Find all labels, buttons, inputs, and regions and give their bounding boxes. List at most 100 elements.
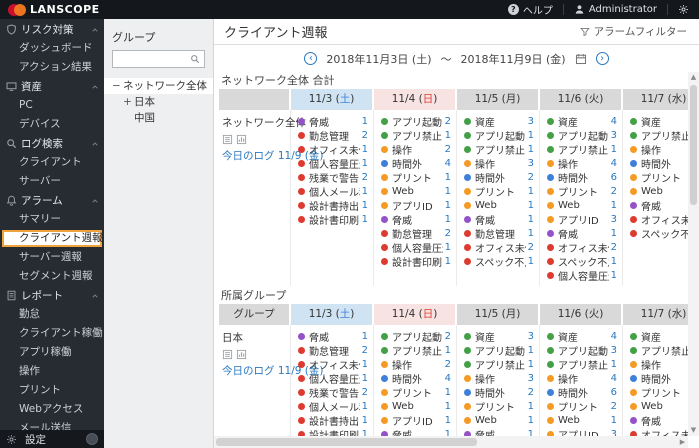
sidebar-section-2[interactable]: ログ検索 bbox=[0, 134, 104, 153]
log-list-icon[interactable] bbox=[222, 349, 233, 360]
tree-expander[interactable]: + bbox=[123, 94, 134, 110]
tree-expander[interactable] bbox=[123, 110, 134, 126]
alarm-count[interactable]: 1 bbox=[362, 200, 368, 211]
alarm-count[interactable]: 2 bbox=[362, 387, 368, 398]
alarm-count[interactable]: 1 bbox=[445, 130, 451, 141]
next-week-button[interactable]: › bbox=[595, 52, 609, 65]
alarm-count[interactable]: 1 bbox=[362, 373, 368, 384]
user-menu-button[interactable]: Administrator bbox=[564, 0, 667, 19]
alarm-count[interactable]: 1 bbox=[362, 116, 368, 127]
chart-icon[interactable] bbox=[236, 134, 247, 145]
alarm-count[interactable]: 1 bbox=[362, 331, 368, 342]
sidebar-item[interactable]: 勤怠 bbox=[0, 305, 104, 324]
alarm-count[interactable]: 4 bbox=[611, 373, 617, 384]
alarm-count[interactable]: 1 bbox=[362, 415, 368, 426]
sidebar-section-4[interactable]: レポート bbox=[0, 286, 104, 305]
alarm-count[interactable]: 4 bbox=[611, 331, 617, 342]
alarm-count[interactable]: 1 bbox=[528, 345, 534, 356]
alarm-count[interactable]: 1 bbox=[528, 359, 534, 370]
sidebar-item[interactable]: Webアクセス bbox=[0, 400, 104, 419]
sidebar-section-0[interactable]: リスク対策 bbox=[0, 20, 104, 39]
alarm-count[interactable]: 1 bbox=[611, 256, 617, 267]
alarm-count[interactable]: 1 bbox=[611, 415, 617, 426]
alarm-count[interactable]: 1 bbox=[445, 429, 451, 437]
alarm-count[interactable]: 1 bbox=[445, 387, 451, 398]
alarm-count[interactable]: 6 bbox=[611, 172, 617, 183]
alarm-count[interactable]: 2 bbox=[362, 130, 368, 141]
alarm-count[interactable]: 4 bbox=[445, 373, 451, 384]
alarm-count[interactable]: 1 bbox=[445, 345, 451, 356]
alarm-count[interactable]: 1 bbox=[362, 158, 368, 169]
alarm-count[interactable]: 2 bbox=[445, 116, 451, 127]
alarm-filter-button[interactable]: アラームフィルター bbox=[579, 24, 687, 39]
sidebar-item[interactable]: デバイス bbox=[0, 115, 104, 134]
chart-icon[interactable] bbox=[236, 349, 247, 360]
alarm-count[interactable]: 3 bbox=[611, 345, 617, 356]
alarm-count[interactable]: 2 bbox=[445, 228, 451, 239]
alarm-count[interactable]: 1 bbox=[445, 214, 451, 225]
alarm-count[interactable]: 3 bbox=[611, 130, 617, 141]
alarm-count[interactable]: 2 bbox=[611, 186, 617, 197]
alarm-count[interactable]: 1 bbox=[528, 214, 534, 225]
alarm-count[interactable]: 1 bbox=[528, 200, 534, 211]
sidebar-item[interactable]: クライアント bbox=[0, 153, 104, 172]
alarm-count[interactable]: 2 bbox=[611, 242, 617, 253]
alarm-count[interactable]: 1 bbox=[611, 270, 617, 281]
today-log-link[interactable]: 今日のログ 11/9 (金) bbox=[222, 148, 323, 163]
scroll-right-button[interactable]: ▶ bbox=[677, 438, 688, 446]
sidebar-item[interactable]: 操作 bbox=[0, 362, 104, 381]
alarm-count[interactable]: 2 bbox=[528, 387, 534, 398]
alarm-count[interactable]: 1 bbox=[362, 144, 368, 155]
alarm-count[interactable]: 2 bbox=[528, 242, 534, 253]
alarm-count[interactable]: 1 bbox=[445, 200, 451, 211]
alarm-count[interactable]: 1 bbox=[528, 144, 534, 155]
alarm-count[interactable]: 1 bbox=[611, 359, 617, 370]
sidebar-item[interactable]: アクション結果 bbox=[0, 58, 104, 77]
alarm-count[interactable]: 1 bbox=[611, 144, 617, 155]
help-button[interactable]: ? ヘルプ bbox=[498, 0, 563, 19]
tree-node[interactable]: − ネットワーク全体 bbox=[104, 78, 213, 94]
alarm-count[interactable]: 2 bbox=[528, 172, 534, 183]
horizontal-scroll-thumb[interactable] bbox=[216, 438, 477, 446]
alarm-count[interactable]: 1 bbox=[528, 429, 534, 437]
alarm-count[interactable]: 1 bbox=[362, 214, 368, 225]
alarm-count[interactable]: 2 bbox=[445, 144, 451, 155]
vertical-scrollbar[interactable]: ▲ ▼ bbox=[688, 72, 699, 436]
settings-button[interactable]: 設定 bbox=[0, 430, 104, 448]
horizontal-scrollbar[interactable]: ▶ bbox=[214, 436, 688, 448]
alarm-count[interactable]: 3 bbox=[528, 158, 534, 169]
alarm-count[interactable]: 1 bbox=[528, 186, 534, 197]
alarm-count[interactable]: 2 bbox=[445, 359, 451, 370]
sidebar-section-3[interactable]: アラーム bbox=[0, 191, 104, 210]
alarm-count[interactable]: 3 bbox=[528, 373, 534, 384]
alarm-count[interactable]: 1 bbox=[611, 228, 617, 239]
quick-settings-button[interactable] bbox=[668, 0, 699, 19]
alarm-count[interactable]: 2 bbox=[362, 345, 368, 356]
sidebar-item[interactable]: PC bbox=[0, 96, 104, 115]
alarm-count[interactable]: 3 bbox=[528, 116, 534, 127]
alarm-count[interactable]: 3 bbox=[611, 429, 617, 437]
alarm-count[interactable]: 1 bbox=[528, 415, 534, 426]
alarm-count[interactable]: 1 bbox=[445, 415, 451, 426]
sidebar-item[interactable]: サーバー週報 bbox=[0, 248, 104, 267]
alarm-count[interactable]: 1 bbox=[445, 242, 451, 253]
alarm-count[interactable]: 1 bbox=[362, 186, 368, 197]
sidebar-item[interactable]: ダッシュボード bbox=[0, 39, 104, 58]
sidebar-item[interactable]: サーバー bbox=[0, 172, 104, 191]
sidebar-item[interactable]: クライアント稼働 bbox=[0, 324, 104, 343]
sidebar-item[interactable]: プリント bbox=[0, 381, 104, 400]
tree-node[interactable]: + 日本 bbox=[112, 94, 205, 110]
alarm-count[interactable]: 1 bbox=[362, 401, 368, 412]
sidebar-item[interactable]: メール送信 bbox=[0, 419, 104, 430]
alarm-count[interactable]: 1 bbox=[362, 429, 368, 437]
alarm-count[interactable]: 2 bbox=[611, 401, 617, 412]
scroll-up-button[interactable]: ▲ bbox=[691, 72, 696, 83]
alarm-count[interactable]: 3 bbox=[611, 214, 617, 225]
alarm-count[interactable]: 1 bbox=[611, 200, 617, 211]
prev-week-button[interactable]: ‹ bbox=[304, 52, 318, 65]
sidebar-section-1[interactable]: 資産 bbox=[0, 77, 104, 96]
alarm-count[interactable]: 1 bbox=[528, 256, 534, 267]
sidebar-item[interactable]: サマリー bbox=[0, 210, 104, 229]
sidebar-item[interactable]: クライアント週報 bbox=[2, 230, 103, 247]
alarm-count[interactable]: 4 bbox=[611, 116, 617, 127]
